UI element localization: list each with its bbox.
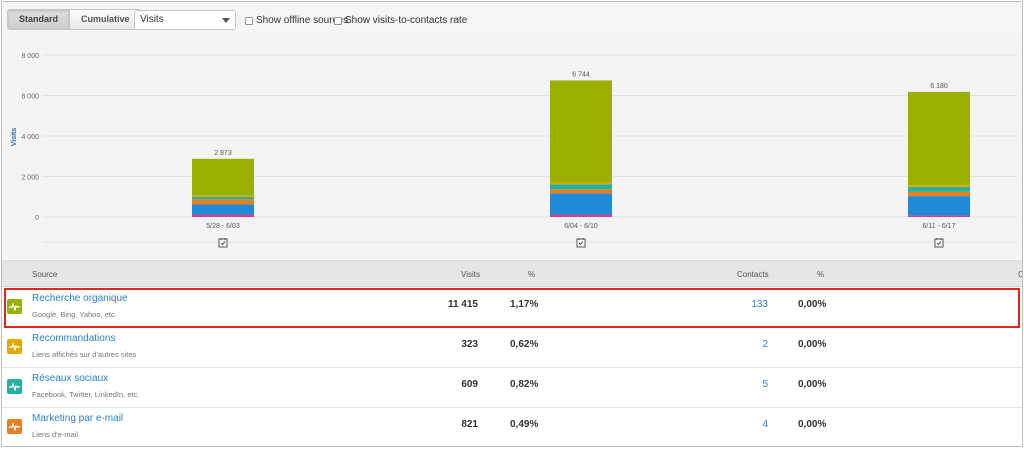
- cumulative-button[interactable]: Cumulative: [69, 10, 141, 29]
- bar-total-label: 6 180: [930, 83, 948, 90]
- standard-button[interactable]: Standard: [8, 10, 70, 29]
- visits-value: 821: [461, 419, 478, 430]
- checkbox-box[interactable]: [245, 16, 253, 25]
- view-mode-toggle: Standard Cumulative: [7, 9, 142, 30]
- bar-segment-email: [908, 191, 970, 197]
- bar-segment-referrals: [192, 195, 254, 197]
- contacts-link[interactable]: 4: [762, 419, 768, 430]
- contacts-pct-value: 0,00%: [798, 419, 827, 430]
- bar-segment-other: [550, 214, 612, 217]
- sources-report-panel: Standard Cumulative Visits Show offline …: [1, 1, 1023, 447]
- chevron-down-icon: [222, 18, 230, 23]
- bar-segment-email: [550, 189, 612, 194]
- pulse-icon: [9, 342, 20, 351]
- source-color-swatch: [7, 379, 22, 394]
- pulse-icon: [9, 382, 20, 391]
- bar-segment-email: [192, 199, 254, 205]
- bar-segment-direct: [908, 196, 970, 216]
- bar-segment-other: [908, 215, 970, 217]
- bar-total-label: 2 873: [214, 150, 232, 157]
- y-axis-label: Visits: [11, 128, 18, 147]
- header-truncated[interactable]: C: [1018, 270, 1022, 279]
- report-toolbar: Standard Cumulative Visits Show offline …: [2, 2, 1022, 37]
- metric-select-value: Visits: [140, 14, 164, 25]
- source-description: Facebook, Twitter, LinkedIn, etc.: [32, 390, 140, 399]
- x-tick-label: 6/11 - 6/17: [923, 223, 956, 230]
- table-row[interactable]: Recommandations Liens affichés sur d'autr…: [2, 328, 1022, 368]
- contacts-pct-value: 0,00%: [798, 299, 827, 310]
- source-name-link[interactable]: Recherche organique: [32, 293, 128, 304]
- header-visits[interactable]: Visits: [461, 270, 480, 279]
- calendar-icon[interactable]: [934, 238, 944, 248]
- bar-segment-organic: [550, 80, 612, 183]
- y-tick-label: 6 000: [21, 94, 39, 101]
- y-tick-label: 4 000: [21, 134, 39, 141]
- table-row[interactable]: Marketing par e-mail Liens d'e-mail 821 0,4…: [2, 408, 1022, 446]
- header-source[interactable]: Source: [32, 270, 57, 279]
- source-color-swatch: [7, 419, 22, 434]
- contacts-link[interactable]: 133: [751, 299, 768, 310]
- show-visits-to-contacts-rate-checkbox[interactable]: Show visits-to-contacts rate: [334, 15, 467, 26]
- show-offline-sources-checkbox[interactable]: Show offline sources: [245, 15, 348, 26]
- checkbox-box[interactable]: [334, 16, 342, 25]
- source-name-link[interactable]: Recommandations: [32, 333, 115, 344]
- source-color-swatch: [7, 339, 22, 354]
- y-tick-label: 8 000: [21, 53, 39, 60]
- show-visits-to-contacts-rate-label: Show visits-to-contacts rate: [345, 15, 468, 26]
- header-contacts[interactable]: Contacts: [737, 270, 769, 279]
- visits-pct-value: 0,62%: [510, 339, 539, 350]
- bar-segment-organic: [192, 158, 254, 196]
- calendar-icon[interactable]: [576, 238, 586, 248]
- bar-segment-referrals: [550, 182, 612, 185]
- visits-chart: 0 2 000 4 000 6 000 8 000 Visits 2 873 5/28 - 6…: [2, 37, 1022, 259]
- visits-value: 11 415: [447, 299, 478, 310]
- bar-segment-referrals: [908, 185, 970, 188]
- visits-value: 609: [461, 379, 478, 390]
- visits-value: 323: [461, 339, 478, 350]
- source-color-swatch: [7, 299, 22, 314]
- bar-segment-other: [192, 214, 254, 217]
- visits-pct-value: 0,82%: [510, 379, 539, 390]
- y-tick-label: 2 000: [21, 175, 39, 182]
- visits-pct-value: 0,49%: [510, 419, 539, 430]
- header-contacts-pct[interactable]: %: [817, 270, 824, 279]
- x-tick-label: 6/04 - 6/10: [564, 223, 598, 230]
- metric-select[interactable]: Visits: [134, 10, 236, 30]
- contacts-pct-value: 0,00%: [798, 379, 827, 390]
- calendar-icon[interactable]: [218, 238, 228, 248]
- visits-chart-svg: 0 2 000 4 000 6 000 8 000 Visits 2 873 5/28 - 6…: [11, 53, 1017, 248]
- bar-total-label: 6 744: [572, 71, 590, 78]
- bar-segment-social: [550, 184, 612, 190]
- source-description: Liens d'e-mail: [32, 430, 79, 439]
- source-description: Liens affichés sur d'autres sites: [32, 350, 137, 359]
- source-description: Google, Bing, Yahoo, etc.: [32, 310, 117, 319]
- bar-segment-organic: [908, 91, 970, 186]
- bar-segment-social: [192, 196, 254, 200]
- contacts-pct-value: 0,00%: [798, 339, 827, 350]
- table-row[interactable]: Recherche organique Google, Bing, Yahoo, …: [2, 288, 1022, 328]
- contacts-link[interactable]: 5: [762, 379, 768, 390]
- bar-segment-direct: [550, 193, 612, 215]
- table-header: Source Visits % Contacts % C: [2, 260, 1022, 287]
- header-visits-pct[interactable]: %: [528, 270, 535, 279]
- table-row[interactable]: Réseaux sociaux Facebook, Twitter, Linked…: [2, 368, 1022, 408]
- bar-segment-social: [908, 187, 970, 192]
- bar-segment-direct: [192, 204, 254, 215]
- x-tick-label: 5/28 - 6/03: [206, 223, 240, 230]
- pulse-icon: [9, 422, 20, 431]
- source-name-link[interactable]: Marketing par e-mail: [32, 413, 123, 424]
- visits-pct-value: 1,17%: [510, 299, 539, 310]
- y-tick-label: 0: [35, 215, 39, 222]
- source-name-link[interactable]: Réseaux sociaux: [32, 373, 108, 384]
- contacts-link[interactable]: 2: [762, 339, 768, 350]
- pulse-icon: [9, 302, 20, 311]
